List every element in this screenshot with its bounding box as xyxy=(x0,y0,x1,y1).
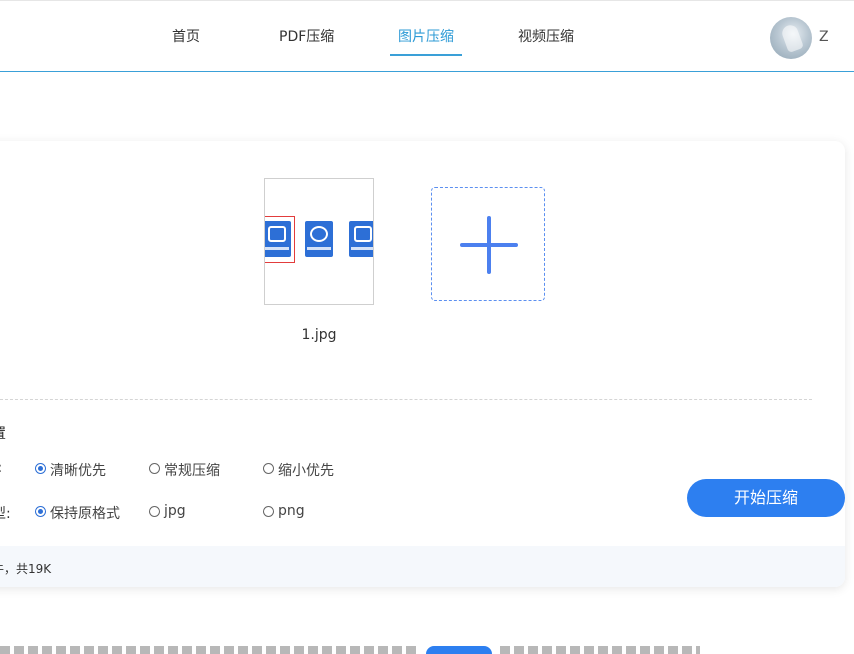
cutoff-text-left xyxy=(0,646,420,654)
file-thumbnail[interactable] xyxy=(264,178,374,305)
summary-text: 牛，共19K xyxy=(0,562,52,576)
radio-format-png-label[interactable]: png xyxy=(278,503,305,519)
radio-format-original[interactable] xyxy=(35,506,46,517)
start-compress-button[interactable]: 开始压缩 xyxy=(687,479,845,517)
nav-item-image-compress[interactable]: 图片压缩 xyxy=(398,26,454,46)
cutoff-button[interactable] xyxy=(426,646,492,654)
grid-icon xyxy=(305,221,333,257)
summary-bar xyxy=(0,546,845,587)
plus-icon-vertical xyxy=(487,216,491,274)
section-divider xyxy=(0,399,812,400)
cutoff-text-right xyxy=(500,646,700,654)
avatar[interactable] xyxy=(770,17,812,59)
header-top-border xyxy=(0,0,854,1)
user-name[interactable]: Z xyxy=(819,29,829,45)
upload-card xyxy=(0,141,845,587)
file-name: 1.jpg xyxy=(301,327,337,343)
radio-mode-clarity[interactable] xyxy=(35,463,46,474)
radio-format-png[interactable] xyxy=(263,506,274,517)
radio-mode-smaller[interactable] xyxy=(263,463,274,474)
radio-mode-clarity-label[interactable]: 清晰优先 xyxy=(50,460,106,480)
radio-mode-smaller-label[interactable]: 缩小优先 xyxy=(278,460,334,480)
nav-item-video-compress[interactable]: 视频压缩 xyxy=(518,26,574,46)
radio-format-jpg[interactable] xyxy=(149,506,160,517)
radio-format-original-label[interactable]: 保持原格式 xyxy=(50,503,120,523)
top-nav-bar: 首页 PDF压缩 图片压缩 视频压缩 Z xyxy=(0,0,854,72)
radio-mode-normal-label[interactable]: 常规压缩 xyxy=(164,460,220,480)
document-icon xyxy=(349,221,373,257)
mode-row-label: t: xyxy=(0,460,2,476)
nav-active-underline xyxy=(390,54,462,56)
settings-title: 置 xyxy=(0,423,6,443)
cutoff-footer-text xyxy=(0,646,854,654)
add-file-button[interactable] xyxy=(431,187,545,301)
image-icon xyxy=(265,221,291,257)
radio-format-jpg-label[interactable]: jpg xyxy=(164,503,186,519)
nav-item-pdf-compress[interactable]: PDF压缩 xyxy=(279,26,334,46)
radio-mode-normal[interactable] xyxy=(149,463,160,474)
nav-item-home[interactable]: 首页 xyxy=(172,26,200,46)
format-row-label: 型: xyxy=(0,506,11,522)
